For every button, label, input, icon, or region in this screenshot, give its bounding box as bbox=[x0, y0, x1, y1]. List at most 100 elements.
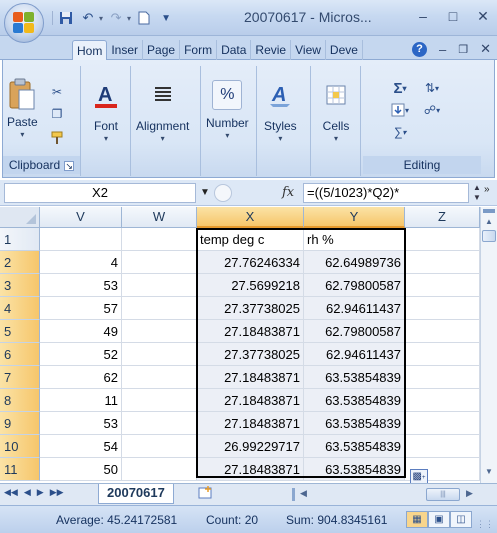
cell-v9[interactable]: 53 bbox=[40, 412, 122, 435]
clear-icon[interactable]: ∑ ▾ bbox=[387, 124, 413, 140]
cell-x8[interactable]: 27.18483871 bbox=[197, 389, 304, 412]
formula-bar-scroll-icon[interactable]: ▲ ▼ bbox=[472, 183, 482, 203]
row-header[interactable]: 11 bbox=[0, 458, 40, 481]
insert-sheet-icon[interactable] bbox=[196, 486, 216, 502]
cell-z2[interactable] bbox=[405, 251, 480, 274]
cell-v6[interactable]: 52 bbox=[40, 343, 122, 366]
worksheet-grid[interactable]: VWXYZ 1 temp deg c rh % 2 4 27.76246334 62.649… bbox=[0, 207, 497, 485]
cell-y3[interactable]: 62.79800587 bbox=[304, 274, 405, 297]
select-all-corner[interactable] bbox=[0, 207, 40, 228]
row-header[interactable]: 2 bbox=[0, 251, 40, 274]
expand-formula-bar-icon[interactable]: » bbox=[484, 184, 490, 195]
tab-insert[interactable]: Inser bbox=[107, 40, 144, 60]
cell-v5[interactable]: 49 bbox=[40, 320, 122, 343]
cell-z3[interactable] bbox=[405, 274, 480, 297]
cell-w3[interactable] bbox=[122, 274, 197, 297]
column-header-v[interactable]: V bbox=[40, 207, 122, 228]
tab-view[interactable]: View bbox=[291, 40, 326, 60]
normal-view-icon[interactable]: ▦ bbox=[406, 511, 428, 528]
cell-w2[interactable] bbox=[122, 251, 197, 274]
help-icon[interactable]: ? bbox=[411, 41, 427, 57]
cell-y7[interactable]: 63.53854839 bbox=[304, 366, 405, 389]
cell-x2[interactable]: 27.76246334 bbox=[197, 251, 304, 274]
formula-input[interactable]: =((5/1023)*Q2)* bbox=[303, 183, 469, 203]
column-header-z[interactable]: Z bbox=[405, 207, 480, 228]
column-header-y[interactable]: Y bbox=[304, 207, 405, 228]
last-sheet-icon[interactable]: ▶▶ bbox=[50, 487, 64, 498]
tab-page-layout[interactable]: Page bbox=[143, 40, 181, 60]
cell-z4[interactable] bbox=[405, 297, 480, 320]
undo-icon[interactable]: ↶ bbox=[79, 9, 97, 27]
row-header[interactable]: 1 bbox=[0, 228, 40, 251]
cell-x10[interactable]: 26.99229717 bbox=[197, 435, 304, 458]
scroll-down-icon[interactable]: ▼ bbox=[482, 465, 496, 479]
split-box-icon[interactable] bbox=[483, 209, 495, 213]
cell-z5[interactable] bbox=[405, 320, 480, 343]
cell-v8[interactable]: 11 bbox=[40, 389, 122, 412]
resize-grip-icon[interactable]: ⋮⋮ bbox=[476, 519, 494, 530]
row-header[interactable]: 9 bbox=[0, 412, 40, 435]
cell-v4[interactable]: 57 bbox=[40, 297, 122, 320]
cell-w1[interactable] bbox=[122, 228, 197, 251]
undo-dropdown-icon[interactable]: ▾ bbox=[99, 14, 103, 23]
cell-x11[interactable]: 27.18483871 bbox=[197, 458, 304, 481]
scroll-up-icon[interactable]: ▲ bbox=[482, 215, 496, 229]
name-box[interactable]: X2 bbox=[4, 183, 196, 203]
scroll-right-icon[interactable]: ▶ bbox=[466, 488, 473, 499]
cell-x1[interactable]: temp deg c bbox=[197, 228, 304, 251]
office-button[interactable] bbox=[4, 3, 44, 43]
cell-v11[interactable]: 50 bbox=[40, 458, 122, 481]
cell-z8[interactable] bbox=[405, 389, 480, 412]
format-painter-icon[interactable] bbox=[49, 130, 65, 146]
cell-y10[interactable]: 63.53854839 bbox=[304, 435, 405, 458]
copy-icon[interactable]: ❐ bbox=[49, 106, 65, 122]
cell-x3[interactable]: 27.5699218 bbox=[197, 274, 304, 297]
cut-icon[interactable]: ✂ bbox=[49, 84, 65, 100]
row-header[interactable]: 4 bbox=[0, 297, 40, 320]
cell-y2[interactable]: 62.64989736 bbox=[304, 251, 405, 274]
cell-y8[interactable]: 63.53854839 bbox=[304, 389, 405, 412]
next-sheet-icon[interactable]: ▶ bbox=[37, 487, 44, 498]
paste-button[interactable]: Paste ▾ bbox=[7, 78, 38, 139]
minimize-icon[interactable]: – bbox=[415, 8, 431, 25]
sort-filter-icon[interactable]: ⇅ ▾ bbox=[419, 80, 445, 96]
cell-x6[interactable]: 27.37738025 bbox=[197, 343, 304, 366]
vertical-scrollbar[interactable]: ▲ ▼ bbox=[480, 207, 497, 483]
scroll-thumb[interactable] bbox=[482, 230, 496, 242]
cell-w11[interactable] bbox=[122, 458, 197, 481]
clipboard-launcher-icon[interactable]: ↘ bbox=[64, 161, 75, 171]
tab-home[interactable]: Hom bbox=[72, 40, 108, 61]
page-break-view-icon[interactable]: ◫ bbox=[450, 511, 472, 528]
save-icon[interactable] bbox=[57, 9, 75, 27]
cell-w6[interactable] bbox=[122, 343, 197, 366]
row-header[interactable]: 6 bbox=[0, 343, 40, 366]
first-sheet-icon[interactable]: ◀◀ bbox=[4, 487, 18, 498]
cell-w7[interactable] bbox=[122, 366, 197, 389]
cell-v1[interactable] bbox=[40, 228, 122, 251]
cell-y9[interactable]: 63.53854839 bbox=[304, 412, 405, 435]
cell-z1[interactable] bbox=[405, 228, 480, 251]
row-header[interactable]: 7 bbox=[0, 366, 40, 389]
alignment-button[interactable]: Alignment ▾ bbox=[136, 80, 189, 143]
redo-dropdown-icon[interactable]: ▾ bbox=[127, 14, 131, 23]
name-box-dropdown-icon[interactable]: ▼ bbox=[200, 187, 210, 198]
fill-icon[interactable]: ▾ bbox=[387, 102, 413, 118]
cell-z10[interactable] bbox=[405, 435, 480, 458]
sheet-tab-active[interactable]: 20070617 bbox=[98, 484, 174, 504]
cell-x5[interactable]: 27.18483871 bbox=[197, 320, 304, 343]
cell-x4[interactable]: 27.37738025 bbox=[197, 297, 304, 320]
redo-icon[interactable]: ↷ bbox=[107, 9, 125, 27]
tab-developer[interactable]: Deve bbox=[326, 40, 363, 60]
row-header[interactable]: 8 bbox=[0, 389, 40, 412]
cell-y5[interactable]: 62.79800587 bbox=[304, 320, 405, 343]
cell-w8[interactable] bbox=[122, 389, 197, 412]
cell-y4[interactable]: 62.94611437 bbox=[304, 297, 405, 320]
maximize-icon[interactable]: □ bbox=[445, 8, 461, 25]
tab-data[interactable]: Data bbox=[217, 40, 252, 60]
cell-x9[interactable]: 27.18483871 bbox=[197, 412, 304, 435]
font-button[interactable]: A Font ▾ bbox=[91, 80, 121, 143]
customize-qat-icon[interactable]: ▼ bbox=[157, 9, 175, 27]
cell-v7[interactable]: 62 bbox=[40, 366, 122, 389]
styles-button[interactable]: A Styles ▾ bbox=[264, 80, 297, 143]
workbook-close-icon[interactable]: ✕ bbox=[480, 41, 491, 57]
